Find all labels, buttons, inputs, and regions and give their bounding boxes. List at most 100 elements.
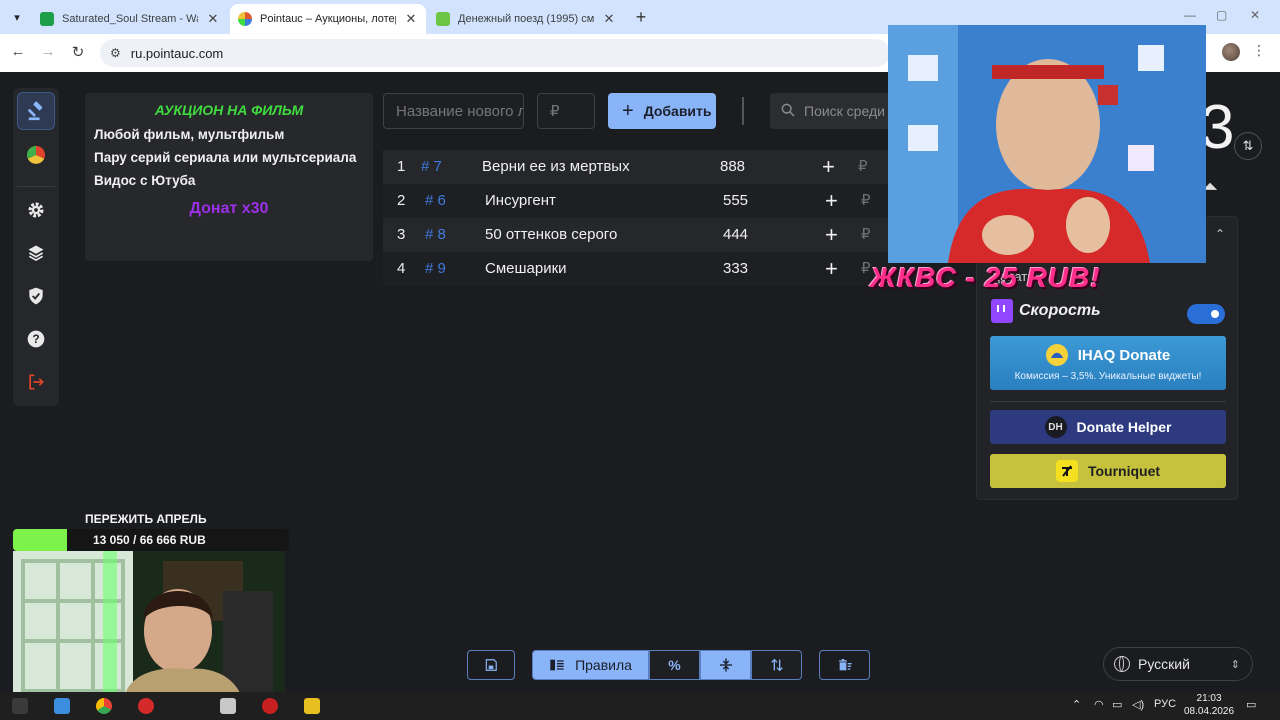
window-close-icon[interactable]: ✕ [1250, 8, 1260, 22]
wifi-icon[interactable]: ◠ [1094, 698, 1104, 711]
browser-menu-icon[interactable]: ⋮ [1252, 42, 1266, 59]
clock-date: 08.04.2026 [1184, 706, 1235, 717]
lot-search-input[interactable]: Поиск среди лотов [770, 93, 900, 129]
help-icon: ? [27, 330, 45, 348]
lot-index: 3 [397, 226, 406, 243]
lot-index: 1 [397, 158, 406, 175]
sidebar-item-security[interactable] [17, 277, 55, 315]
ihaq-logo-icon [1045, 344, 1068, 366]
address-bar[interactable]: ⚙ ru.pointauc.com [100, 39, 890, 67]
gavel-icon [28, 101, 43, 121]
speed-toggle[interactable] [1187, 304, 1225, 324]
tourniquet-label: Tourniquet [1087, 463, 1161, 479]
lot-name[interactable]: 50 оттенков серого [485, 218, 617, 252]
lot-id[interactable]: # 8 [425, 218, 446, 252]
delete-sweep-icon [838, 659, 852, 671]
donate-helper-label: Donate Helper [1076, 419, 1172, 435]
site-info-icon[interactable]: ⚙ [110, 46, 121, 60]
sidebar-item-auction[interactable] [17, 92, 55, 130]
sidebar-item-integrations[interactable] [17, 234, 55, 272]
lot-name-input[interactable]: Название нового лота [383, 93, 524, 129]
hd-favicon-icon [436, 12, 450, 26]
system-clock[interactable]: 21:03 08.04.2026 [1184, 692, 1234, 718]
new-tab-button[interactable]: + [632, 8, 650, 26]
tourniquet-button[interactable]: Tourniquet [990, 454, 1226, 488]
tray-chevron-icon[interactable]: ⌃ [1072, 698, 1081, 711]
globe-icon [1114, 656, 1130, 672]
maximize-icon[interactable]: ▢ [1216, 8, 1227, 22]
donate-helper-button[interactable]: DH Donate Helper [990, 410, 1226, 444]
lot-row: 4 # 9 Смешарики 333 + ₽ [383, 252, 893, 286]
sidebar-item-help[interactable]: ? [17, 320, 55, 358]
windows-start-icon[interactable] [12, 698, 28, 714]
volume-icon[interactable]: ◁) [1132, 698, 1144, 711]
sidebar-divider [17, 186, 55, 187]
save-button[interactable] [467, 650, 515, 680]
percent-button[interactable]: % [649, 650, 700, 680]
browser-tab-0[interactable]: Saturated_Soul Stream - Watch ✕ [32, 4, 228, 34]
person-webcam-image [888, 25, 1206, 263]
lot-name[interactable]: Верни ее из мертвых [482, 150, 630, 184]
lot-index: 2 [397, 192, 406, 209]
lot-id[interactable]: # 6 [425, 184, 446, 218]
opera-icon[interactable] [138, 698, 154, 714]
ihaq-donate-button[interactable]: IHAQ Donate Комиссия – 3,5%. Уникальные … [990, 336, 1226, 390]
minimize-icon[interactable]: — [1184, 8, 1196, 22]
browser-tab-2[interactable]: Денежный поезд (1995) смотр ✕ [428, 4, 624, 34]
sidebar-item-logout[interactable] [17, 363, 55, 401]
donation-goal-fill [13, 529, 68, 551]
panel-divider [990, 401, 1226, 402]
battery-icon[interactable]: ▭ [1112, 698, 1122, 711]
app-icon[interactable] [220, 698, 236, 714]
add-amount-icon[interactable]: + [825, 184, 838, 218]
tab-title: Saturated_Soul Stream - Watch [62, 13, 198, 25]
lot-row: 2 # 6 Инсургент 555 + ₽ [383, 184, 893, 218]
input-language[interactable]: РУС [1154, 698, 1176, 710]
close-icon[interactable]: ✕ [404, 11, 418, 27]
notifications-icon[interactable]: ▭ [1246, 698, 1256, 711]
file-explorer-icon[interactable] [54, 698, 70, 714]
rules-button[interactable]: Правила [532, 650, 649, 680]
tab-search-button[interactable]: ▾ [6, 6, 28, 28]
donate-helper-logo-icon: DH [1044, 416, 1067, 438]
lot-id[interactable]: # 9 [425, 252, 446, 286]
add-amount-icon[interactable]: + [825, 252, 838, 286]
lot-amount[interactable]: 888 [720, 150, 745, 184]
profile-avatar[interactable] [1222, 43, 1240, 61]
swap-sort-button[interactable]: ⇅ [1234, 132, 1262, 160]
browser-tab-1[interactable]: Pointauc – Аукционы, лотереи ✕ [230, 4, 426, 34]
unfold-icon: ⇕ [1230, 658, 1240, 671]
ihaq-title: IHAQ Donate [1077, 346, 1171, 364]
clear-lots-button[interactable] [819, 650, 870, 680]
lot-amount[interactable]: 555 [723, 184, 748, 218]
sort-button[interactable] [751, 650, 802, 680]
add-lot-button[interactable]: + Добавить [608, 93, 716, 129]
lot-rub-input[interactable]: ₽ [861, 184, 871, 218]
add-amount-icon[interactable]: + [822, 150, 835, 184]
close-icon[interactable]: ✕ [206, 11, 220, 27]
reload-icon[interactable]: ↻ [68, 43, 88, 61]
lot-name[interactable]: Смешарики [485, 252, 567, 286]
language-select[interactable]: Русский ⇕ [1103, 647, 1253, 681]
headphones-app-icon[interactable] [304, 698, 320, 714]
chevron-up-icon[interactable]: ⌃ [1215, 227, 1225, 241]
lot-amount[interactable]: 333 [723, 252, 748, 286]
back-arrow-icon[interactable]: ← [8, 43, 28, 60]
sidebar: ? [13, 88, 59, 406]
chrome-icon[interactable] [96, 698, 112, 714]
sidebar-item-settings[interactable] [17, 191, 55, 229]
lot-id[interactable]: # 7 [421, 150, 442, 184]
obs-icon[interactable] [262, 698, 278, 714]
lots-list: 1 # 7 Верни ее из мертвых 888 + ₽ 2 # 6 … [383, 150, 893, 286]
lot-rub-input[interactable]: ₽ [861, 218, 871, 252]
lot-name[interactable]: Инсургент [485, 184, 556, 218]
sidebar-item-wheel[interactable] [17, 136, 55, 174]
add-amount-icon[interactable]: + [825, 218, 838, 252]
compress-button[interactable] [700, 650, 751, 680]
lot-amount-input[interactable]: ₽ [537, 93, 595, 129]
lot-amount[interactable]: 444 [723, 218, 748, 252]
forward-arrow-icon[interactable]: → [38, 43, 58, 60]
swap-vertical-icon: ⇅ [1242, 138, 1254, 153]
lot-rub-input[interactable]: ₽ [858, 150, 868, 184]
close-icon[interactable]: ✕ [602, 11, 616, 27]
